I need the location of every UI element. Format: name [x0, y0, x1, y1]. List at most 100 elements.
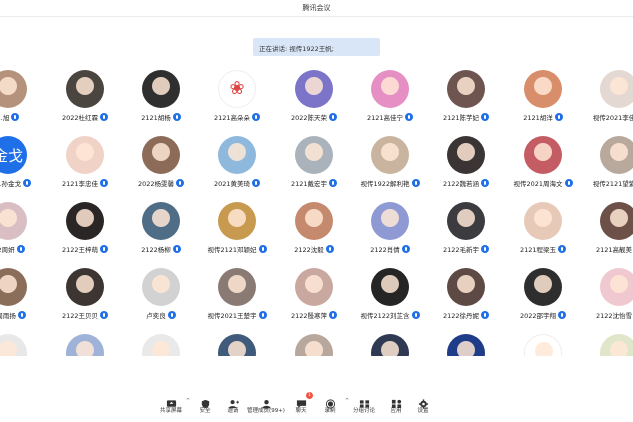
- microphone-icon: [23, 179, 32, 187]
- avatar-photo: [457, 77, 475, 95]
- participant-name-row: 视传2121望紫: [574, 178, 633, 190]
- avatar: [600, 136, 633, 174]
- avatar-photo: [152, 77, 170, 95]
- avatar-photo: [0, 275, 17, 293]
- participant-name-row: 2122沈怡雪: [574, 310, 633, 322]
- microphone-icon: [405, 113, 414, 121]
- avatar: [142, 268, 180, 306]
- participant-name: ...2周妍: [0, 246, 15, 254]
- avatar-photo: [535, 342, 553, 356]
- avatar-photo: [534, 77, 552, 95]
- participant-tile[interactable]: 2122沈怡雪: [574, 268, 633, 330]
- toolbar-gear-button[interactable]: 设置: [403, 394, 443, 414]
- avatar: [295, 136, 333, 174]
- participant-name: 2122徐丹妮: [442, 312, 480, 320]
- avatar: [371, 334, 409, 356]
- participant-name: 2121高朵朵: [213, 114, 251, 122]
- participant-name: 视传1922解利艳: [360, 180, 410, 188]
- microphone-icon: [11, 113, 20, 121]
- avatar-photo: [305, 143, 323, 161]
- avatar: [371, 202, 409, 240]
- avatar-photo: [76, 209, 94, 227]
- avatar-photo: [381, 143, 399, 161]
- avatar: [524, 334, 562, 356]
- avatar-photo: [305, 275, 323, 293]
- avatar: [66, 202, 104, 240]
- avatar: [371, 136, 409, 174]
- avatar-photo: [0, 77, 17, 95]
- participant-name: 2121高靓美: [595, 246, 633, 254]
- avatar: [218, 268, 256, 306]
- avatar-photo: [534, 209, 552, 227]
- avatar: [142, 334, 180, 356]
- avatar-photo: [152, 341, 170, 356]
- microphone-icon: [16, 245, 25, 253]
- avatar: [218, 334, 256, 356]
- participant-name: 视传2122刘芷含: [360, 312, 410, 320]
- avatar: [142, 70, 180, 108]
- avatar-photo: [457, 143, 475, 161]
- share-screen-icon: [166, 394, 177, 407]
- participant-tile[interactable]: 视传2121望紫: [574, 136, 633, 198]
- participant-name: 2121戴宏宇: [290, 180, 328, 188]
- microphone-icon: [258, 311, 267, 319]
- participant-name: 视传2021周海文: [513, 180, 563, 188]
- microphone-icon: [554, 113, 563, 121]
- avatar: [524, 70, 562, 108]
- participant-name: 2022邵宇翔: [519, 312, 557, 320]
- participant-name: 2122殷寒萍: [290, 312, 328, 320]
- avatar: [524, 268, 562, 306]
- participant-name: 2121程梁玉: [519, 246, 557, 254]
- avatar: [295, 70, 333, 108]
- microphone-icon: [411, 311, 420, 319]
- participant-name: 视传2021王楚宇: [207, 312, 257, 320]
- avatar-photo: [610, 341, 628, 356]
- avatar-photo: [305, 209, 323, 227]
- participant-name: 卢奕良: [146, 312, 166, 320]
- avatar: [447, 136, 485, 174]
- avatar-photo: [305, 341, 323, 356]
- avatar-photo: [152, 209, 170, 227]
- toolbar-members-button[interactable]: 管理成员(99+): [246, 394, 286, 414]
- avatar: [66, 70, 104, 108]
- active-speaker-banner: 正在讲话: 视传1922王帆;: [253, 38, 380, 56]
- avatar-photo: [0, 341, 17, 356]
- window-title: 腾讯会议: [302, 4, 331, 12]
- microphone-icon: [17, 311, 26, 319]
- avatar-photo: [228, 341, 246, 356]
- participant-name: 视传2121望紫: [592, 180, 633, 188]
- avatar: [447, 70, 485, 108]
- participant-grid: ...旭 2022杜红霖 2121胡杨 ❀ 2121高朵朵 2022陈天荣 2121高佳宁 2…: [0, 70, 633, 356]
- avatar-text: 金戈: [0, 147, 23, 165]
- shield-icon: [200, 394, 211, 409]
- avatar-photo: [76, 275, 94, 293]
- avatar: [447, 334, 485, 356]
- participant-name: 2122杨柳: [141, 246, 171, 254]
- participant-tile[interactable]: 视传2021李佳: [574, 70, 633, 132]
- record-icon: [325, 394, 336, 409]
- participant-tile[interactable]: 2121高靓美: [574, 202, 633, 264]
- chat-icon: [296, 394, 307, 409]
- participant-name: 视传2121邓颖妃: [207, 246, 257, 254]
- invite-icon: [228, 394, 239, 409]
- avatar: [218, 202, 256, 240]
- avatar-photo: [457, 275, 475, 293]
- avatar-photo: [305, 77, 323, 95]
- avatar: [218, 136, 256, 174]
- avatar-photo: [381, 77, 399, 95]
- avatar: [0, 70, 27, 108]
- avatar: [447, 202, 485, 240]
- microphone-icon: [252, 179, 261, 187]
- avatar-photo: [152, 143, 170, 161]
- apps-icon: [391, 394, 402, 409]
- participant-name-row: 视传2021李佳: [574, 112, 633, 124]
- avatar-photo: [534, 275, 552, 293]
- meeting-toolbar: 共享屏幕 ^ 安全 邀请 管理成员(99+) 聊天 1 录制 ^ 分组讨论 应用 设置: [0, 392, 633, 422]
- microphone-icon: [558, 245, 567, 253]
- microphone-icon: [401, 245, 410, 253]
- participant-name: 2122毛新宇: [442, 246, 480, 254]
- avatar-photo: [381, 275, 399, 293]
- participant-tile[interactable]: [574, 334, 633, 356]
- avatar: [371, 268, 409, 306]
- microphone-icon: [329, 311, 338, 319]
